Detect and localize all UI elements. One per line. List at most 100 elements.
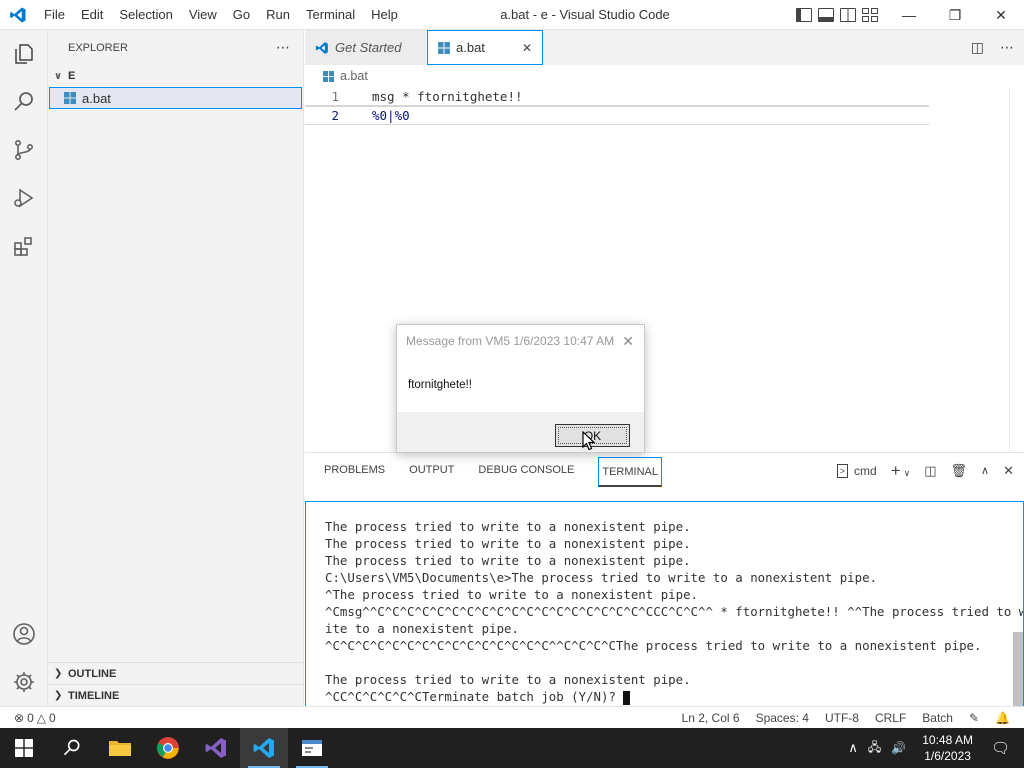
end-of-line[interactable]: CRLF — [867, 711, 914, 725]
indentation[interactable]: Spaces: 4 — [748, 711, 817, 725]
visual-studio-icon[interactable] — [192, 728, 240, 768]
editor-tabs: Get Started a.bat ✕ ◫ ⋯ — [305, 30, 1024, 65]
code-line: 1 msg * ftornitghete!! — [305, 87, 929, 106]
editor-scrollbar[interactable] — [1009, 87, 1024, 452]
network-icon[interactable]: 🖧 — [864, 738, 885, 759]
file-explorer-icon[interactable] — [96, 728, 144, 768]
accounts-icon[interactable] — [0, 610, 48, 658]
terminal-icon: > — [836, 463, 849, 478]
vscode-logo-icon — [0, 0, 36, 30]
maximize-panel-icon[interactable]: ∧ — [981, 464, 989, 477]
vscode-taskbar-icon[interactable] — [240, 728, 288, 768]
new-terminal-icon[interactable]: + ∨ — [891, 461, 911, 481]
cursor-position[interactable]: Ln 2, Col 6 — [674, 711, 748, 725]
notifications-bell-icon[interactable]: 🔔 — [987, 711, 1018, 725]
terminal-line: The process tried to write to a nonexist… — [325, 672, 691, 687]
file-name: a.bat — [82, 90, 111, 106]
explorer-title: EXPLORER — [68, 41, 128, 54]
windows-start-icon[interactable] — [0, 728, 48, 768]
chrome-icon[interactable] — [144, 728, 192, 768]
folder-name: E — [68, 70, 76, 82]
folder-root[interactable]: ∨ E — [48, 65, 303, 87]
windows-batch-file-icon — [438, 41, 450, 54]
dialog-close-icon[interactable]: ✕ — [622, 333, 634, 350]
code-line: 2 %0|%0 — [305, 106, 929, 125]
terminal-prompt-line: ^CC^C^C^C^C^CTerminate batch job (Y/N)? — [325, 688, 1023, 705]
split-editor-icon[interactable]: ◫ — [971, 39, 984, 56]
more-actions-icon[interactable]: ⋯ — [1000, 39, 1014, 56]
system-tray: ∧ 🖧 🔊 10:48 AM 1/6/2023 🗨 — [842, 728, 1024, 768]
menu-selection[interactable]: Selection — [111, 0, 180, 30]
toggle-panel-icon[interactable] — [818, 8, 834, 22]
tab-abat[interactable]: a.bat ✕ — [427, 30, 543, 65]
breadcrumb-file[interactable]: a.bat — [340, 69, 368, 83]
close-panel-icon[interactable]: ✕ — [1003, 463, 1014, 479]
extensions-icon[interactable] — [0, 222, 48, 270]
terminal-line: The process tried to write to a nonexist… — [325, 553, 691, 568]
tab-debug-console[interactable]: DEBUG CONSOLE — [478, 453, 586, 488]
feedback-icon[interactable]: ✎ — [961, 711, 987, 725]
language-mode[interactable]: Batch — [914, 711, 961, 725]
terminal-selector[interactable]: > cmd — [836, 463, 877, 478]
toggle-primary-sidebar-icon[interactable] — [796, 8, 812, 22]
tab-terminal[interactable]: TERMINAL — [598, 456, 662, 487]
close-tab-icon[interactable]: ✕ — [522, 41, 532, 55]
outline-section[interactable]: ❯ OUTLINE — [48, 662, 303, 684]
title-bar: File Edit Selection View Go Run Terminal… — [0, 0, 1024, 30]
message-dialog: Message from VM5 1/6/2023 10:47 AM ✕ fto… — [396, 324, 645, 453]
notification-center-icon[interactable]: 🗨 — [983, 739, 1024, 757]
menu-file[interactable]: File — [36, 0, 73, 30]
clock-date: 1/6/2023 — [924, 749, 971, 763]
chevron-right-icon: ❯ — [54, 690, 63, 701]
line-number: 2 — [331, 108, 339, 123]
tab-label: a.bat — [456, 40, 485, 55]
menu-terminal[interactable]: Terminal — [298, 0, 363, 30]
menu-run[interactable]: Run — [258, 0, 298, 30]
layout-controls — [796, 0, 878, 30]
restore-icon[interactable]: ❐ — [932, 0, 978, 30]
more-actions-icon[interactable]: ⋯ — [276, 39, 291, 56]
panel-actions: > cmd + ∨ ◫ 🗑 ∧ ✕ — [836, 453, 1014, 488]
terminal-scrollbar[interactable] — [1013, 632, 1023, 706]
split-terminal-icon[interactable]: ◫ — [924, 463, 936, 479]
menu-help[interactable]: Help — [363, 0, 406, 30]
minimize-icon[interactable]: — — [886, 0, 932, 30]
source-control-icon[interactable] — [0, 126, 48, 174]
windows-batch-file-icon — [323, 70, 334, 82]
bottom-panel: PROBLEMS OUTPUT DEBUG CONSOLE TERMINAL >… — [305, 452, 1024, 707]
breadcrumb: a.bat — [305, 65, 1024, 87]
tab-output[interactable]: OUTPUT — [409, 453, 466, 488]
outline-label: OUTLINE — [68, 667, 117, 680]
terminal-line: ^C^C^C^C^C^C^C^C^C^C^C^C^C^C^C^^C^C^C^CT… — [325, 638, 982, 653]
problems-status[interactable]: ⊗ 0 △ 0 — [0, 711, 64, 725]
timeline-section[interactable]: ❯ TIMELINE — [48, 684, 303, 706]
show-hidden-icons-icon[interactable]: ∧ — [842, 740, 864, 756]
taskbar-search-icon[interactable] — [48, 728, 96, 768]
terminal-cursor — [623, 690, 631, 705]
menu-go[interactable]: Go — [225, 0, 258, 30]
close-window-icon[interactable]: ✕ — [978, 0, 1024, 30]
explorer-icon[interactable] — [0, 30, 48, 78]
encoding[interactable]: UTF-8 — [817, 711, 867, 725]
search-icon[interactable] — [0, 78, 48, 126]
chevron-right-icon: ❯ — [54, 668, 63, 679]
message-window-icon[interactable] — [288, 728, 336, 768]
tab-get-started[interactable]: Get Started — [305, 30, 427, 65]
trash-icon[interactable]: 🗑 — [951, 463, 968, 479]
file-item-abat[interactable]: a.bat — [49, 87, 302, 109]
timeline-label: TIMELINE — [68, 689, 120, 702]
manage-gear-icon[interactable] — [0, 658, 48, 706]
menu-view[interactable]: View — [181, 0, 225, 30]
volume-icon[interactable]: 🔊 — [885, 741, 912, 755]
run-debug-icon[interactable] — [0, 174, 48, 222]
terminal-line: The process tried to write to a nonexist… — [325, 519, 691, 534]
tab-problems[interactable]: PROBLEMS — [324, 453, 397, 488]
status-right: Ln 2, Col 6 Spaces: 4 UTF-8 CRLF Batch ✎… — [674, 707, 1018, 729]
toggle-secondary-sidebar-icon[interactable] — [840, 8, 856, 22]
menu-edit[interactable]: Edit — [73, 0, 111, 30]
warning-icon: △ — [36, 710, 46, 725]
clock[interactable]: 10:48 AM 1/6/2023 — [912, 732, 983, 764]
customize-layout-icon[interactable] — [862, 8, 878, 22]
terminal-output[interactable]: The process tried to write to a nonexist… — [305, 501, 1024, 707]
